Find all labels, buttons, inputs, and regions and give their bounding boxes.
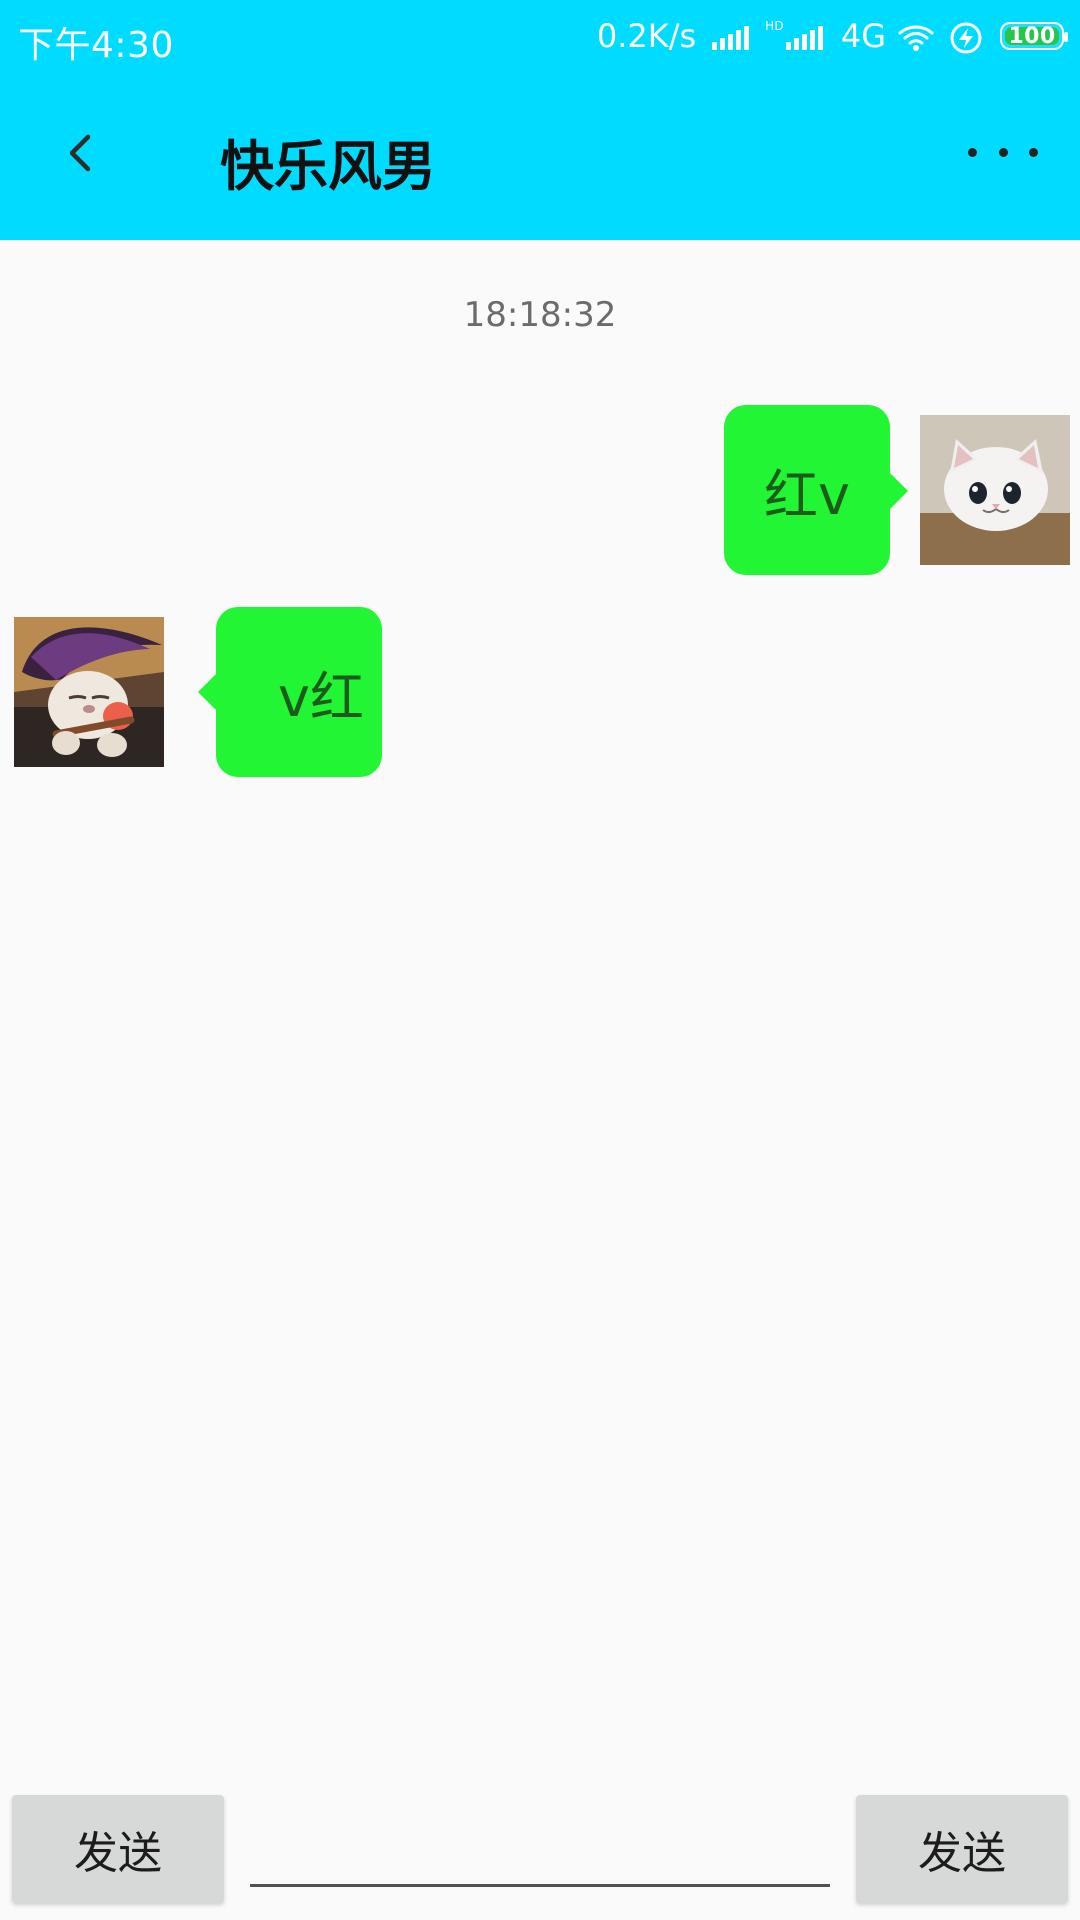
message-input[interactable]: [250, 1817, 830, 1887]
status-time: 下午4:30: [18, 25, 174, 66]
battery-text: 100: [1008, 23, 1056, 49]
message-bubble[interactable]: v红: [198, 607, 382, 777]
hd-label: HD: [765, 19, 784, 33]
top-bar: 下午4:30 0.2K/s HD 4G 100 快乐风男: [0, 0, 1080, 240]
yasuo-poro-avatar[interactable]: [14, 617, 164, 767]
network-type: 4G: [840, 17, 886, 55]
back-arrow-icon[interactable]: [58, 130, 104, 176]
wifi-icon: [898, 25, 934, 51]
message-timestamp: 18:18:32: [463, 295, 617, 335]
battery-icon: 100: [1000, 22, 1068, 50]
incoming-message: v红: [14, 607, 382, 777]
signal-icon: [712, 22, 750, 50]
message-input-bar: 发送 发送: [0, 1755, 1080, 1920]
chat-area: 18:18:32 红v v红: [0, 240, 1080, 1755]
more-dot: [1029, 147, 1038, 157]
status-icons: 0.2K/s HD 4G 100: [596, 14, 1068, 58]
cat-avatar[interactable]: [920, 415, 1070, 565]
message-bubble[interactable]: 红v: [724, 405, 908, 575]
chat-title: 快乐风男: [220, 135, 436, 198]
send-button-right[interactable]: 发送: [856, 1795, 1068, 1903]
input-underline: [250, 1884, 830, 1887]
outgoing-message: 红v: [724, 405, 1070, 575]
network-speed: 0.2K/s: [596, 17, 697, 55]
more-dot: [968, 147, 977, 157]
charging-icon: [950, 22, 982, 54]
cellular-signal-icon: [785, 22, 823, 50]
more-options-icon[interactable]: [968, 132, 1038, 172]
more-dot: [998, 147, 1008, 157]
send-button-left[interactable]: 发送: [12, 1795, 224, 1903]
